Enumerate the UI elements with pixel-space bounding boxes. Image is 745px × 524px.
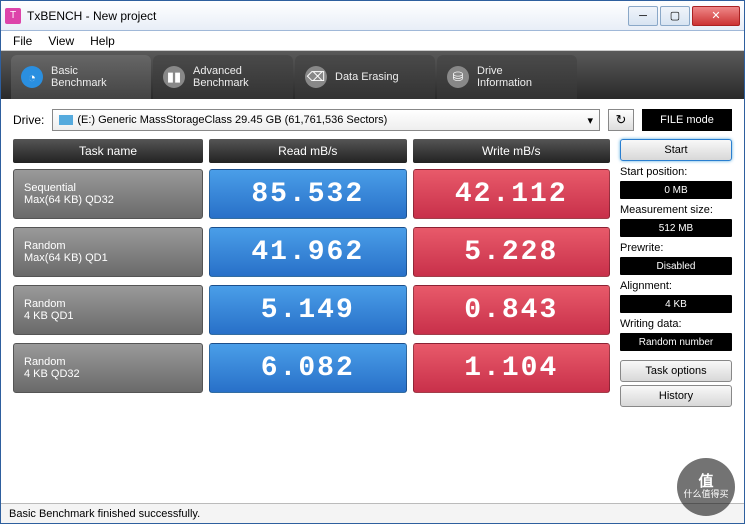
bars-icon: ▮▮ [163, 66, 185, 88]
table-row: Random4 KB QD1 5.149 0.843 [13, 285, 610, 335]
status-bar: Basic Benchmark finished successfully. [1, 503, 744, 523]
close-button[interactable]: ✕ [692, 6, 740, 26]
erase-icon: ⌫ [305, 66, 327, 88]
menu-help[interactable]: Help [84, 34, 121, 48]
read-value: 5.149 [209, 285, 407, 335]
writing-data-value: Random number [620, 333, 732, 351]
write-value: 42.112 [413, 169, 611, 219]
measurement-size-label: Measurement size: [620, 204, 732, 216]
menubar: File View Help [1, 31, 744, 51]
window-controls: ─ ▢ ✕ [628, 6, 740, 26]
read-value: 41.962 [209, 227, 407, 277]
history-button[interactable]: History [620, 385, 732, 407]
chevron-down-icon: ▾ [587, 114, 593, 127]
tab-data-erasing[interactable]: ⌫ Data Erasing [295, 55, 435, 99]
task-options-button[interactable]: Task options [620, 360, 732, 382]
maximize-button[interactable]: ▢ [660, 6, 690, 26]
alignment-value: 4 KB [620, 295, 732, 313]
write-value: 5.228 [413, 227, 611, 277]
file-mode-indicator: FILE mode [642, 109, 732, 131]
read-value: 6.082 [209, 343, 407, 393]
table-row: SequentialMax(64 KB) QD32 85.532 42.112 [13, 169, 610, 219]
tab-label: Advanced Benchmark [193, 65, 249, 89]
refresh-button[interactable]: ↻ [608, 109, 634, 131]
gauge-icon: ◔ [21, 66, 43, 88]
task-name-cell[interactable]: SequentialMax(64 KB) QD32 [13, 169, 203, 219]
header-write: Write mB/s [413, 139, 611, 163]
refresh-icon: ↻ [616, 112, 627, 128]
menu-view[interactable]: View [42, 34, 80, 48]
start-button[interactable]: Start [620, 139, 732, 161]
alignment-label: Alignment: [620, 280, 732, 292]
prewrite-label: Prewrite: [620, 242, 732, 254]
sidebar: Start Start position: 0 MB Measurement s… [620, 139, 732, 407]
start-position-value: 0 MB [620, 181, 732, 199]
writing-data-label: Writing data: [620, 318, 732, 330]
task-name-cell[interactable]: RandomMax(64 KB) QD1 [13, 227, 203, 277]
start-position-label: Start position: [620, 166, 732, 178]
measurement-size-value: 512 MB [620, 219, 732, 237]
tab-advanced-benchmark[interactable]: ▮▮ Advanced Benchmark [153, 55, 293, 99]
table-row: RandomMax(64 KB) QD1 41.962 5.228 [13, 227, 610, 277]
header-read: Read mB/s [209, 139, 407, 163]
tab-label: Basic Benchmark [51, 65, 107, 89]
drive-selected-text: (E:) Generic MassStorageClass 29.45 GB (… [77, 114, 587, 126]
drive-row: Drive: (E:) Generic MassStorageClass 29.… [13, 109, 732, 131]
minimize-button[interactable]: ─ [628, 6, 658, 26]
app-icon: T [5, 8, 21, 24]
benchmark-grid: Task name Read mB/s Write mB/s Sequentia… [13, 139, 610, 407]
watermark: 值 什么值得买 [677, 458, 735, 516]
window-title: TxBENCH - New project [27, 9, 628, 23]
disk-icon [59, 115, 73, 125]
tab-drive-information[interactable]: ⛁ Drive Information [437, 55, 577, 99]
status-text: Basic Benchmark finished successfully. [9, 508, 200, 520]
read-value: 85.532 [209, 169, 407, 219]
drive-icon: ⛁ [447, 66, 469, 88]
drive-select[interactable]: (E:) Generic MassStorageClass 29.45 GB (… [52, 109, 600, 131]
tab-label: Data Erasing [335, 71, 399, 83]
menu-file[interactable]: File [7, 34, 38, 48]
task-name-cell[interactable]: Random4 KB QD1 [13, 285, 203, 335]
drive-label: Drive: [13, 113, 44, 127]
write-value: 0.843 [413, 285, 611, 335]
write-value: 1.104 [413, 343, 611, 393]
titlebar: T TxBENCH - New project ─ ▢ ✕ [1, 1, 744, 31]
tab-label: Drive Information [477, 65, 532, 89]
prewrite-value: Disabled [620, 257, 732, 275]
main-tabs: ◔ Basic Benchmark ▮▮ Advanced Benchmark … [1, 51, 744, 99]
task-name-cell[interactable]: Random4 KB QD32 [13, 343, 203, 393]
tab-basic-benchmark[interactable]: ◔ Basic Benchmark [11, 55, 151, 99]
header-task: Task name [13, 139, 203, 163]
table-row: Random4 KB QD32 6.082 1.104 [13, 343, 610, 393]
